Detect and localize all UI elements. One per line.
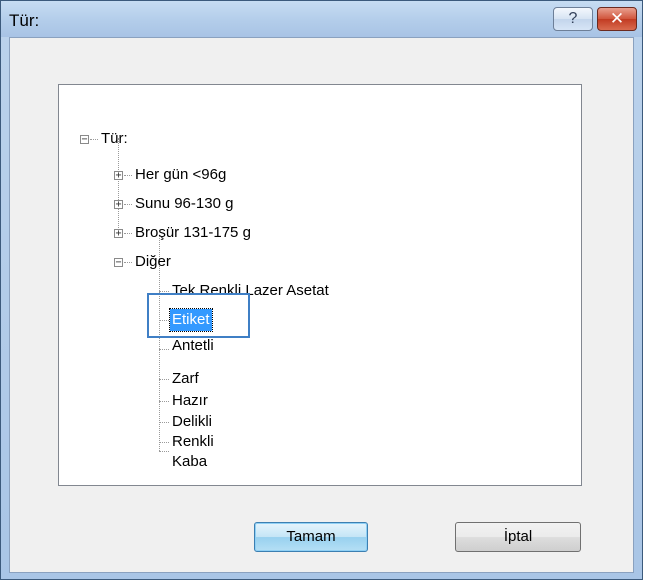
- tree-branch: [159, 349, 169, 350]
- collapse-icon[interactable]: −: [80, 135, 89, 145]
- expand-icon[interactable]: +: [114, 229, 123, 239]
- tree-branch: [124, 233, 132, 234]
- type-tree-view[interactable]: − Tür: + Her gün <96g + Sunu 96-130 g + …: [58, 84, 582, 486]
- tree-node-hazir[interactable]: Hazır: [172, 390, 208, 412]
- tree-branch: [159, 422, 169, 423]
- tree-node-sunu[interactable]: Sunu 96-130 g: [135, 193, 233, 215]
- dialog-window: Tür: ? ✕ − Tür: + Her gün <96g + Sunu 96…: [0, 0, 643, 580]
- expand-icon[interactable]: +: [114, 171, 123, 181]
- tree-node-diger[interactable]: Diğer: [135, 251, 171, 273]
- tree-branch: [124, 262, 132, 263]
- tree-node-renkli[interactable]: Renkli: [172, 431, 214, 453]
- tree-node-kaba[interactable]: Kaba: [172, 451, 207, 473]
- cancel-button[interactable]: İptal: [455, 522, 581, 552]
- tree-branch: [159, 401, 169, 402]
- window-title: Tür:: [9, 11, 40, 30]
- title-bar[interactable]: Tür: ? ✕: [1, 1, 642, 37]
- tree-node-brosur[interactable]: Broşür 131-175 g: [135, 222, 251, 244]
- collapse-icon[interactable]: −: [114, 258, 123, 268]
- tree-branch: [159, 442, 169, 443]
- ok-button[interactable]: Tamam: [254, 522, 368, 552]
- tree-branch: [90, 139, 98, 140]
- tree-branch: [124, 204, 132, 205]
- tree-branch: [159, 451, 169, 452]
- help-icon: ?: [568, 10, 578, 27]
- close-icon: ✕: [609, 9, 625, 28]
- tree-node-antetli[interactable]: Antetli: [172, 335, 214, 357]
- tree-node-zarf[interactable]: Zarf: [172, 368, 199, 390]
- callout-highlight-box: [147, 293, 250, 338]
- tree-node-her-gun[interactable]: Her gün <96g: [135, 164, 226, 186]
- help-button[interactable]: ?: [553, 7, 593, 31]
- tree-node-delikli[interactable]: Delikli: [172, 411, 212, 433]
- tree-branch: [124, 175, 132, 176]
- expand-icon[interactable]: +: [114, 200, 123, 210]
- tree-branch: [159, 291, 169, 292]
- dialog-body: − Tür: + Her gün <96g + Sunu 96-130 g + …: [9, 37, 634, 573]
- tree-branch: [159, 379, 169, 380]
- tree-connector-root: [118, 138, 119, 238]
- close-button[interactable]: ✕: [597, 7, 637, 31]
- tree-node-root[interactable]: Tür:: [101, 128, 128, 150]
